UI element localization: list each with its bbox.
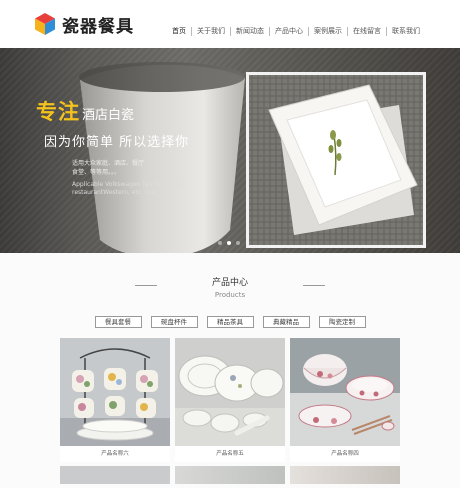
banner-headline: 酒店白瓷 [82,108,135,123]
logo-cube-icon [35,13,55,35]
section-title: 产品中心 [211,278,248,288]
nav-item-contact[interactable]: 联系我们 [387,25,425,37]
banner-desc-cn-line: 适用大众家庭、酒店、餐厅 [72,160,145,167]
banner-subheadline: 因为你简单 所以选择你 [44,135,190,150]
banner-desc-en-line: Applicable Volkswagen family, hotel, [72,181,182,188]
category-tabs: 餐具套餐 碗盘杯件 精品茶具 典藏精品 陶瓷定制 [0,316,460,328]
nav-item-news[interactable]: 新闻动态 [231,25,269,37]
category-tab[interactable]: 餐具套餐 [94,316,142,328]
banner-desc-cn-line: 食堂、等等用。。。 [72,169,121,176]
category-tab[interactable]: 典藏精品 [262,316,310,328]
nav-item-products[interactable]: 产品中心 [270,25,308,37]
nav-item-message[interactable]: 在线留言 [348,25,386,37]
product-card[interactable]: 产品名称五 [175,338,285,462]
product-caption[interactable]: 产品名称六 [60,446,170,462]
banner-copy: 专注 酒店白瓷 因为你简单 所以选择你 适用大众家庭、酒店、餐厅 食堂、等等用。… [36,96,189,197]
nav-item-about[interactable]: 关于我们 [192,25,230,37]
nav-item-home[interactable]: 首页 [167,25,191,37]
product-image[interactable] [60,466,170,484]
product-card[interactable] [175,466,285,484]
banner-desc-cn: 适用大众家庭、酒店、餐厅 食堂、等等用。。。 [72,159,189,177]
nav-item-cases[interactable]: 案例展示 [309,25,347,37]
product-image[interactable] [290,338,400,446]
product-card[interactable]: 产品名称六 [60,338,170,462]
main-nav: 首页 关于我们 新闻动态 产品中心 案例展示 在线留言 联系我们 [167,25,425,37]
category-tab[interactable]: 精品茶具 [206,316,254,328]
banner-desc-en: Applicable Volkswagen family, hotel, res… [72,181,189,197]
product-caption[interactable]: 产品名称五 [175,446,285,462]
product-image[interactable] [175,338,285,446]
product-grid: 产品名称六 产品名称五 产品名称四 [60,338,400,484]
carousel-dot[interactable] [218,241,222,245]
category-tab[interactable]: 陶瓷定制 [318,316,366,328]
carousel-dots [218,241,240,245]
product-image[interactable] [290,466,400,484]
site-logo[interactable]: 瓷器餐具 [33,11,134,37]
dinner-set-illustration [175,338,285,446]
square-plate-photo [246,72,426,248]
hero-banner[interactable]: 专注 酒店白瓷 因为你简单 所以选择你 适用大众家庭、酒店、餐厅 食堂、等等用。… [0,48,460,253]
products-section: 产品中心 Products 餐具套餐 碗盘杯件 精品茶具 典藏精品 陶瓷定制 产… [0,253,460,488]
banner-highlight: 专注 [36,100,80,124]
section-subtitle: Products [214,291,246,299]
product-card[interactable]: 产品名称四 [290,338,400,462]
logo-text: 瓷器餐具 [62,16,134,37]
product-card[interactable] [290,466,400,484]
cup-rack-illustration [60,338,170,446]
plate-illustration [249,75,423,245]
product-image[interactable] [60,338,170,446]
carousel-dot[interactable] [236,241,240,245]
carousel-dot-active[interactable] [227,241,231,245]
banner-desc-en-line: restaurantWestern, etc. use. . . [72,189,166,196]
category-tab[interactable]: 碗盘杯件 [150,316,198,328]
floral-bowls-illustration [290,338,400,446]
product-card[interactable] [60,466,170,484]
product-caption[interactable]: 产品名称四 [290,446,400,462]
site-header: 瓷器餐具 首页 关于我们 新闻动态 产品中心 案例展示 在线留言 联系我们 [0,0,460,48]
product-image[interactable] [175,466,285,484]
